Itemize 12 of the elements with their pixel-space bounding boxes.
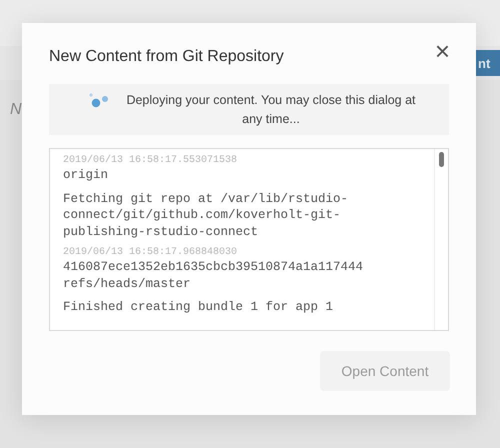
- page-text: N: [10, 101, 22, 119]
- log-message: Finished creating bundle 1 for app 1: [63, 299, 334, 316]
- log-timestamp: 2019/06/13 16:58:17.553071538: [63, 155, 238, 167]
- log-timestamp: 2019/06/13 16:58:17.968848030: [63, 247, 238, 259]
- log-message: Fetching git repo at /var/lib/rstudio-connect/git/github.com/koverholt-git-publishing-rstudio-connect: [63, 190, 350, 240]
- log-message: 416087ece1352eb1635cbcb39510874a1a117444 refs/heads/master: [63, 259, 364, 292]
- close-button[interactable]: ×: [434, 40, 450, 60]
- log-message: origin: [63, 167, 110, 184]
- spinner-icon: [89, 93, 109, 109]
- scrollbar-thumb[interactable]: [439, 152, 444, 167]
- status-message: Deploying your content. You may close this dialog at any time...: [125, 92, 417, 128]
- dialog-title: New Content from Git Repository: [49, 48, 284, 66]
